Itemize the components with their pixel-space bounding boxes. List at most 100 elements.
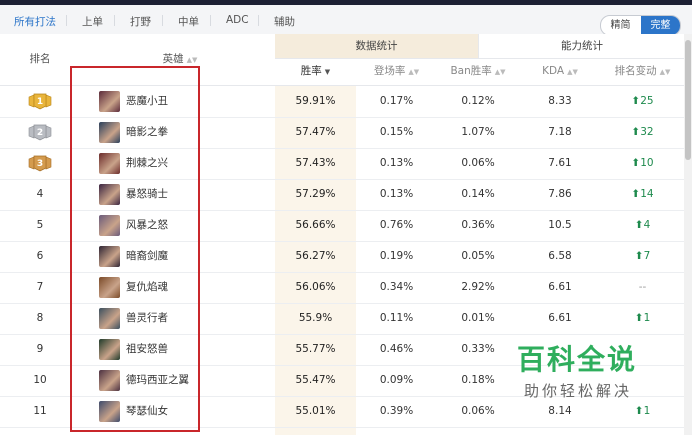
filter-mid[interactable]: 中单 (178, 14, 199, 29)
rank-number: 5 (36, 219, 44, 231)
filter-support[interactable]: 辅助 (274, 14, 295, 29)
winrate-value: 55.9% (298, 312, 333, 324)
winrate-value: 55.77% (295, 343, 336, 355)
rank-change-value: 25 (640, 95, 654, 107)
rank-number: 9 (36, 343, 44, 355)
sort-icon: ▲▼ (494, 68, 506, 76)
pickrate-value: 0.39% (379, 405, 414, 417)
pickrate-value: 0.13% (379, 157, 414, 169)
view-toggle: 精简 完整 (600, 15, 681, 36)
col-header-banrate-label: Ban胜率 (450, 65, 492, 77)
col-header-hero-label: 英雄 (162, 53, 184, 65)
rank-change-value: -- (638, 281, 647, 293)
arrow-up-icon: ⬆ (634, 312, 644, 324)
rank-medal-icon: 2 (28, 124, 52, 141)
filter-jungle[interactable]: 打野 (130, 14, 151, 29)
sort-icon: ▲▼ (659, 68, 671, 76)
rank-change-value: 7 (643, 250, 651, 262)
pickrate-value: 0.09% (379, 374, 414, 386)
pickrate-value: 0.13% (379, 188, 414, 200)
banrate-value: 2.92% (461, 281, 495, 293)
rank-number: 6 (36, 250, 44, 262)
watermark-subtitle: 助你轻松解决 (524, 382, 633, 400)
sort-desc-icon: ▼ (324, 68, 331, 76)
winrate-value: 57.47% (295, 126, 336, 138)
col-header-winrate[interactable]: 胜率 ▼ (275, 58, 356, 85)
rank-medal-number: 3 (37, 159, 43, 169)
col-header-change[interactable]: 排名变动 ▲▼ (601, 58, 684, 85)
pickrate-value: 0.11% (379, 312, 414, 324)
rank-number: 10 (33, 374, 47, 386)
rank-change-value: 10 (640, 157, 654, 169)
winrate-value: 57.29% (295, 188, 336, 200)
pickrate-value: 0.17% (379, 95, 414, 107)
winrate-value: 56.66% (295, 219, 336, 231)
arrow-up-icon: ⬆ (631, 95, 641, 107)
rank-change: ⬆14 (601, 179, 684, 210)
pickrate-value: 0.15% (379, 126, 414, 138)
col-header-winrate-label: 胜率 (300, 65, 322, 77)
filter-divider (210, 15, 211, 26)
arrow-up-icon: ⬆ (631, 157, 641, 169)
rank-number: 7 (36, 281, 44, 293)
winrate-value: 56.06% (295, 281, 336, 293)
winrate-value: 59.91% (295, 95, 336, 107)
rank-change-value: 14 (640, 188, 654, 200)
col-header-rank: 排名 (29, 53, 51, 65)
rank-medal-icon: 1 (28, 93, 52, 110)
col-header-pickrate[interactable]: 登场率 ▲▼ (356, 58, 437, 85)
rank-medal-number: 1 (37, 97, 43, 107)
kda-value: 7.18 (548, 126, 572, 138)
sort-icon: ▲▼ (567, 68, 578, 76)
watermark: 百科全说 助你轻松解决 (500, 330, 690, 410)
col-header-banrate[interactable]: Ban胜率 ▲▼ (437, 58, 519, 85)
kda-value: 7.61 (548, 157, 572, 169)
watermark-title: 百科全说 (517, 343, 638, 376)
pickrate-value: 0.19% (379, 250, 414, 262)
banrate-value: 0.05% (461, 250, 495, 262)
kda-value: 10.5 (548, 219, 572, 231)
rank-change: ⬆25 (601, 86, 684, 117)
rank-number: 4 (36, 188, 44, 200)
arrow-up-icon: ⬆ (634, 250, 644, 262)
kda-value: 6.61 (548, 281, 572, 293)
rank-change-value: 32 (640, 126, 654, 138)
sort-icon: ▲▼ (186, 56, 198, 64)
filter-top[interactable]: 上单 (82, 14, 103, 29)
arrow-up-icon: ⬆ (631, 126, 641, 138)
winrate-value: 55.47% (295, 374, 336, 386)
pickrate-value: 0.76% (379, 219, 414, 231)
rank-number: 11 (33, 405, 47, 417)
filter-divider (114, 15, 115, 26)
hero-column-highlight-box (70, 66, 200, 432)
col-header-change-label: 排名变动 (614, 65, 657, 77)
winrate-value: 55.01% (295, 405, 336, 417)
view-toggle-simple[interactable]: 精简 (601, 16, 640, 35)
rank-change: ⬆4 (601, 210, 684, 241)
pickrate-value: 0.34% (379, 281, 414, 293)
pickrate-value: 0.46% (379, 343, 414, 355)
col-header-kda[interactable]: KDA ▲▼ (519, 58, 601, 85)
rank-medal-number: 2 (37, 128, 43, 138)
filter-all[interactable]: 所有打法 (14, 14, 56, 29)
winrate-value: 57.43% (295, 157, 336, 169)
rank-change: ⬆32 (601, 117, 684, 148)
filter-adc[interactable]: ADC (226, 14, 249, 26)
kda-value: 7.86 (548, 188, 572, 200)
kda-value: 6.58 (548, 250, 572, 262)
rank-change-value: 4 (643, 219, 651, 231)
filter-divider (162, 15, 163, 26)
rank-change: ⬆7 (601, 241, 684, 272)
rank-change-value: 1 (643, 312, 651, 324)
rank-medal-icon: 3 (28, 155, 52, 172)
kda-value: 8.33 (548, 95, 572, 107)
col-header-pickrate-label: 登场率 (373, 65, 406, 77)
banrate-value: 0.12% (461, 95, 495, 107)
group-header-data[interactable]: 数据统计 (275, 34, 478, 58)
banrate-value: 0.06% (461, 157, 495, 169)
banrate-value: 0.36% (461, 219, 495, 231)
view-toggle-full[interactable]: 完整 (641, 16, 680, 35)
group-header-ability[interactable]: 能力统计 (478, 34, 685, 58)
scrollbar-thumb[interactable] (685, 40, 691, 160)
winrate-value: 56.27% (295, 250, 336, 262)
